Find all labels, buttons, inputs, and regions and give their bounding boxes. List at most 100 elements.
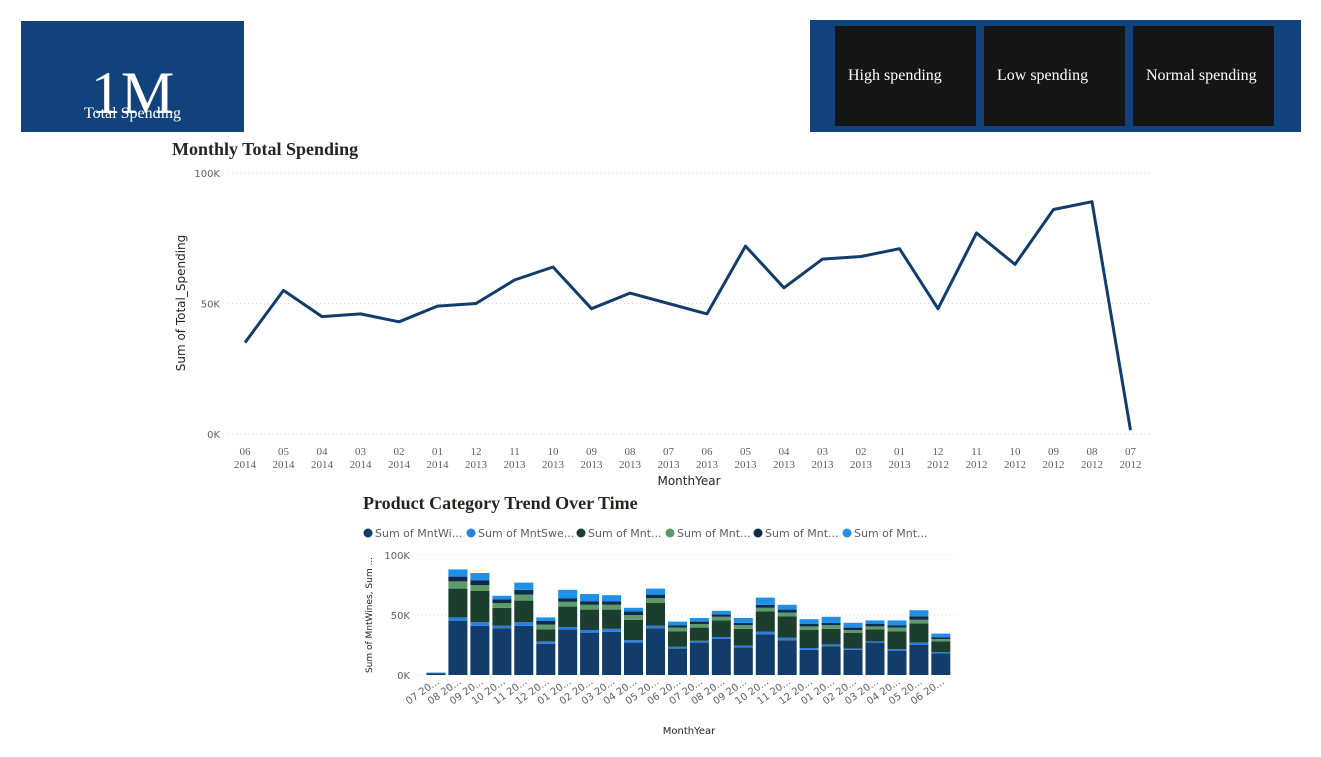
- bar-segment[interactable]: [733, 625, 753, 629]
- bar-segment[interactable]: [448, 621, 468, 675]
- bar-segment[interactable]: [492, 599, 512, 603]
- bar-segment[interactable]: [843, 648, 863, 650]
- bar-segment[interactable]: [668, 648, 687, 675]
- bar-segment[interactable]: [843, 627, 863, 630]
- bar-segment[interactable]: [733, 622, 753, 626]
- legend-label[interactable]: Sum of MntWi...: [375, 527, 462, 540]
- bar-segment[interactable]: [755, 611, 775, 632]
- bar-segment[interactable]: [624, 615, 643, 620]
- bar-segment[interactable]: [580, 609, 600, 630]
- bar-segment[interactable]: [909, 610, 929, 617]
- bar-segment[interactable]: [843, 633, 863, 649]
- bar-segment[interactable]: [909, 619, 929, 624]
- legend-label[interactable]: Sum of Mnt...: [765, 527, 839, 540]
- bar-segment[interactable]: [843, 622, 863, 628]
- bar-segment[interactable]: [887, 620, 907, 626]
- bar-segment[interactable]: [492, 628, 512, 675]
- bar-segment[interactable]: [492, 625, 512, 629]
- bar-segment[interactable]: [799, 619, 819, 624]
- bar-segment[interactable]: [865, 626, 885, 630]
- bar-segment[interactable]: [887, 651, 907, 675]
- bar-segment[interactable]: [821, 646, 841, 675]
- bar-segment[interactable]: [711, 620, 731, 638]
- bar-segment[interactable]: [799, 648, 819, 650]
- bar-segment[interactable]: [689, 618, 709, 622]
- bar-segment[interactable]: [909, 623, 929, 643]
- legend-label[interactable]: Sum of Mnt...: [588, 527, 662, 540]
- bar-segment[interactable]: [755, 634, 775, 675]
- bar-segment[interactable]: [558, 598, 578, 602]
- bar-segment[interactable]: [580, 604, 600, 610]
- bar-segment[interactable]: [843, 630, 863, 633]
- bar-segment[interactable]: [931, 653, 951, 675]
- bar-segment[interactable]: [711, 639, 731, 675]
- bar-segment[interactable]: [426, 672, 446, 674]
- bar-segment[interactable]: [821, 625, 841, 629]
- bar-segment[interactable]: [799, 626, 819, 630]
- bar-segment[interactable]: [799, 624, 819, 627]
- bar-segment[interactable]: [865, 642, 885, 675]
- bar-segment[interactable]: [558, 629, 578, 675]
- bar-segment[interactable]: [689, 627, 709, 641]
- bar-segment[interactable]: [821, 628, 841, 645]
- bar-segment[interactable]: [821, 644, 841, 647]
- bar-segment[interactable]: [580, 601, 600, 605]
- bar-segment[interactable]: [733, 647, 753, 675]
- bar-segment[interactable]: [514, 600, 534, 623]
- bar-segment[interactable]: [646, 625, 665, 629]
- bar-segment[interactable]: [733, 645, 753, 648]
- bar-segment[interactable]: [711, 616, 731, 621]
- bar-segment[interactable]: [448, 576, 468, 582]
- bar-segment[interactable]: [909, 645, 929, 675]
- bar-segment[interactable]: [602, 595, 622, 602]
- bar-segment[interactable]: [711, 637, 731, 639]
- bar-segment[interactable]: [646, 603, 665, 626]
- bar-segment[interactable]: [536, 624, 556, 630]
- bar-segment[interactable]: [624, 611, 643, 615]
- bar-segment[interactable]: [492, 607, 512, 626]
- bar-segment[interactable]: [646, 628, 665, 675]
- bar-segment[interactable]: [470, 625, 490, 675]
- bar-segment[interactable]: [711, 614, 731, 617]
- bar-segment[interactable]: [558, 606, 578, 627]
- bar-segment[interactable]: [821, 616, 841, 623]
- bar-segment[interactable]: [733, 618, 753, 623]
- bar-segment[interactable]: [536, 643, 556, 675]
- legend-label[interactable]: Sum of Mnt...: [677, 527, 751, 540]
- bar-segment[interactable]: [536, 641, 556, 644]
- bar-segment[interactable]: [558, 589, 578, 599]
- bar-segment[interactable]: [536, 629, 556, 642]
- bar-segment[interactable]: [931, 633, 951, 638]
- bar-segment[interactable]: [470, 591, 490, 623]
- bar-segment[interactable]: [777, 616, 797, 638]
- bar-segment[interactable]: [448, 617, 468, 621]
- bar-segment[interactable]: [777, 609, 797, 613]
- bar-segment[interactable]: [865, 629, 885, 642]
- bar-segment[interactable]: [689, 621, 709, 624]
- bar-segment[interactable]: [711, 610, 731, 615]
- bar-segment[interactable]: [514, 589, 534, 595]
- bar-segment[interactable]: [909, 642, 929, 645]
- bar-segment[interactable]: [602, 609, 622, 629]
- bar-segment[interactable]: [799, 630, 819, 648]
- bar-segment[interactable]: [799, 649, 819, 675]
- bar-segment[interactable]: [624, 640, 643, 643]
- bar-segment[interactable]: [514, 625, 534, 675]
- bar-segment[interactable]: [821, 622, 841, 626]
- bar-segment[interactable]: [580, 630, 600, 633]
- bar-segment[interactable]: [492, 595, 512, 600]
- bar-segment[interactable]: [470, 573, 490, 581]
- bar-segment[interactable]: [931, 637, 951, 639]
- bar-segment[interactable]: [624, 619, 643, 641]
- bar-segment[interactable]: [755, 607, 775, 612]
- bar-segment[interactable]: [931, 639, 951, 642]
- bar-segment[interactable]: [536, 617, 556, 621]
- bar-segment[interactable]: [668, 621, 687, 626]
- bar-segment[interactable]: [777, 604, 797, 610]
- bar-segment[interactable]: [646, 594, 665, 599]
- bar-segment[interactable]: [733, 628, 753, 646]
- bar-segment[interactable]: [624, 607, 643, 612]
- bar-segment[interactable]: [448, 588, 468, 618]
- bar-segment[interactable]: [470, 585, 490, 591]
- bar-segment[interactable]: [755, 597, 775, 605]
